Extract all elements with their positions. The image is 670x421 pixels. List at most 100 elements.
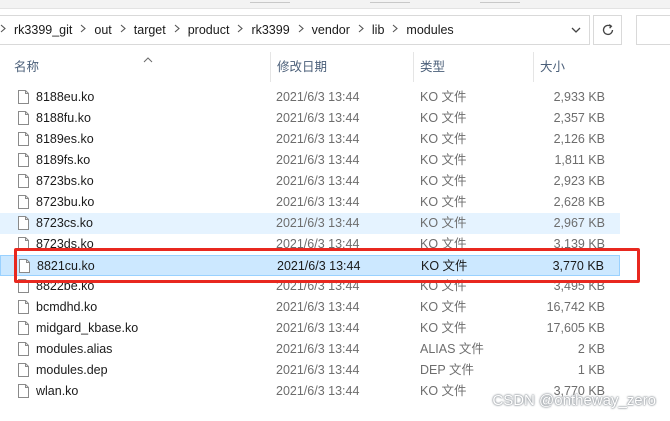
file-type: KO 文件 (421, 259, 468, 273)
file-icon (18, 237, 29, 251)
refresh-button[interactable] (593, 15, 622, 45)
file-size: 2,967 KB (553, 216, 605, 230)
file-icon (18, 111, 29, 125)
ribbon-new-fragment[interactable] (250, 0, 290, 3)
breadcrumb-item[interactable]: lib (366, 16, 391, 44)
file-icon (19, 259, 30, 273)
file-type: ALIAS 文件 (420, 342, 484, 356)
file-type: KO 文件 (420, 237, 467, 251)
file-date: 2021/6/3 13:44 (276, 111, 360, 125)
file-size: 3,495 KB (553, 279, 605, 293)
chevron-right-icon[interactable] (390, 16, 400, 44)
breadcrumb-item[interactable]: out (88, 16, 117, 44)
file-icon (18, 279, 29, 293)
file-type: KO 文件 (420, 132, 467, 146)
file-name: 8189fs.ko (36, 153, 91, 167)
ribbon-select-fragment[interactable] (480, 0, 520, 3)
file-icon (18, 153, 29, 167)
file-name: midgard_kbase.ko (36, 321, 139, 335)
file-name: modules.dep (36, 363, 108, 377)
file-date: 2021/6/3 13:44 (277, 259, 361, 273)
file-date: 2021/6/3 13:44 (276, 279, 360, 293)
chevron-right-icon[interactable] (78, 16, 88, 44)
file-row[interactable]: 8723bu.ko 2021/6/3 13:44 KO 文件 2,628 KB (0, 192, 620, 213)
file-size: 2,126 KB (553, 132, 605, 146)
file-row[interactable]: 8723bs.ko 2021/6/3 13:44 KO 文件 2,923 KB (0, 171, 620, 192)
file-size: 2,923 KB (553, 174, 605, 188)
chevron-right-icon[interactable] (118, 16, 128, 44)
chevron-right-icon[interactable] (0, 16, 8, 44)
column-header-size[interactable]: 大小 (533, 52, 613, 82)
file-size: 2 KB (577, 342, 605, 356)
column-header-date[interactable]: 修改日期 (270, 52, 412, 82)
column-header-name[interactable]: 名称 (8, 52, 270, 82)
file-name: 8822be.ko (36, 279, 95, 293)
file-size: 2,933 KB (553, 90, 605, 104)
file-name: modules.alias (36, 342, 113, 356)
file-icon (18, 321, 29, 335)
file-name: 8189es.ko (36, 132, 94, 146)
file-type: KO 文件 (420, 153, 467, 167)
column-header-row: 名称 修改日期 类型 大小 (0, 52, 670, 82)
file-type: KO 文件 (420, 321, 467, 335)
file-date: 2021/6/3 13:44 (276, 153, 360, 167)
column-header-type[interactable]: 类型 (413, 52, 533, 82)
breadcrumb: rk3399_git out target product rk3399 vendor li… (0, 16, 460, 44)
file-icon (18, 363, 29, 377)
file-size: 2,628 KB (553, 195, 605, 209)
file-row[interactable]: 8188eu.ko 2021/6/3 13:44 KO 文件 2,933 KB (0, 87, 620, 108)
file-row[interactable]: 8723cs.ko 2021/6/3 13:44 KO 文件 2,967 KB (0, 213, 620, 234)
chevron-down-icon[interactable] (567, 16, 585, 44)
ribbon-remnant (0, 0, 670, 9)
file-date: 2021/6/3 13:44 (276, 363, 360, 377)
file-date: 2021/6/3 13:44 (276, 342, 360, 356)
file-row[interactable]: 8822be.ko 2021/6/3 13:44 KO 文件 3,495 KB (0, 276, 620, 297)
chevron-right-icon[interactable] (296, 16, 306, 44)
file-row[interactable]: 8188fu.ko 2021/6/3 13:44 KO 文件 2,357 KB (0, 108, 620, 129)
file-date: 2021/6/3 13:44 (276, 237, 360, 251)
file-type: KO 文件 (420, 300, 467, 314)
breadcrumb-item[interactable]: target (128, 16, 172, 44)
file-type: KO 文件 (420, 195, 467, 209)
file-name: wlan.ko (36, 384, 79, 398)
file-name: 8188eu.ko (36, 90, 95, 104)
breadcrumb-item[interactable]: rk3399_git (8, 16, 78, 44)
chevron-right-icon[interactable] (235, 16, 245, 44)
file-icon (18, 300, 29, 314)
file-row[interactable]: modules.alias 2021/6/3 13:44 ALIAS 文件 2 KB (0, 339, 620, 360)
file-type: KO 文件 (420, 90, 467, 104)
search-input[interactable] (636, 15, 670, 45)
file-row[interactable]: modules.dep 2021/6/3 13:44 DEP 文件 1 KB (0, 360, 620, 381)
file-name: 8723ds.ko (36, 237, 94, 251)
file-row[interactable]: 8821cu.ko 2021/6/3 13:44 KO 文件 3,770 KB (0, 255, 620, 276)
file-type: KO 文件 (420, 216, 467, 230)
file-row[interactable]: bcmdhd.ko 2021/6/3 13:44 KO 文件 16,742 KB (0, 297, 620, 318)
breadcrumb-item[interactable]: modules (400, 16, 459, 44)
file-row[interactable]: 8189fs.ko 2021/6/3 13:44 KO 文件 1,811 KB (0, 150, 620, 171)
file-name: bcmdhd.ko (36, 300, 98, 314)
file-row[interactable]: 8723ds.ko 2021/6/3 13:44 KO 文件 3,139 KB (0, 234, 620, 255)
address-bar[interactable]: rk3399_git out target product rk3399 vendor li… (0, 15, 590, 45)
file-date: 2021/6/3 13:44 (276, 132, 360, 146)
file-name: 8821cu.ko (37, 259, 95, 273)
refresh-icon (602, 24, 613, 36)
file-size: 3,770 KB (552, 259, 604, 273)
watermark: CSDN @ontheway_zero (492, 392, 656, 409)
breadcrumb-item[interactable]: rk3399 (245, 16, 295, 44)
file-icon (18, 216, 29, 230)
file-date: 2021/6/3 13:44 (276, 216, 360, 230)
file-row[interactable]: 8189es.ko 2021/6/3 13:44 KO 文件 2,126 KB (0, 129, 620, 150)
file-date: 2021/6/3 13:44 (276, 195, 360, 209)
file-name: 8723bs.ko (36, 174, 94, 188)
breadcrumb-item[interactable]: product (182, 16, 236, 44)
file-icon (18, 174, 29, 188)
chevron-right-icon[interactable] (172, 16, 182, 44)
chevron-right-icon[interactable] (356, 16, 366, 44)
file-name: 8723cs.ko (36, 216, 93, 230)
file-size: 16,742 KB (546, 300, 605, 314)
ribbon-open-fragment[interactable] (370, 0, 410, 3)
file-icon (18, 195, 29, 209)
breadcrumb-item[interactable]: vendor (306, 16, 356, 44)
file-type: KO 文件 (420, 111, 467, 125)
file-row[interactable]: midgard_kbase.ko 2021/6/3 13:44 KO 文件 17,60… (0, 318, 620, 339)
